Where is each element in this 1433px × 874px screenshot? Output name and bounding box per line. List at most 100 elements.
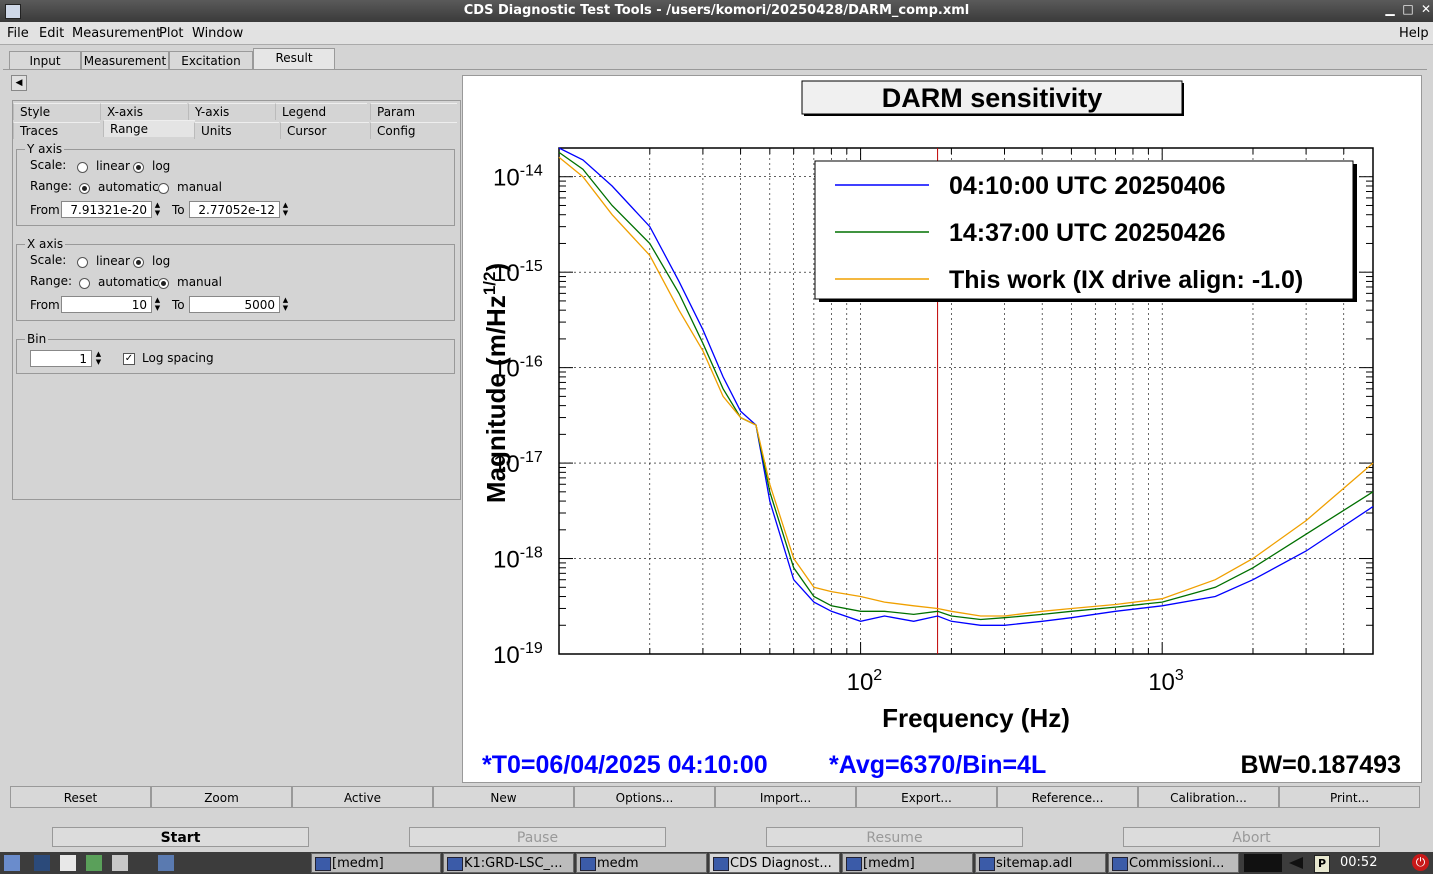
x-to-input[interactable]: 5000 (189, 296, 280, 313)
subtab-cursor[interactable]: Cursor (280, 122, 369, 139)
menu-window[interactable]: Window (192, 26, 243, 41)
close-icon[interactable]: ✕ (1419, 2, 1433, 18)
y-range-manual-radio[interactable] (158, 183, 169, 194)
launcher-icon[interactable] (4, 855, 20, 871)
clock: 00:52 (1340, 855, 1378, 870)
bin-input[interactable]: 1 (30, 350, 92, 367)
window-title: CDS Diagnostic Test Tools - /users/komor… (463, 3, 970, 18)
y-to-input[interactable]: 2.77052e-12 (189, 201, 280, 218)
menu-help[interactable]: Help (1399, 26, 1429, 41)
x-scale-linear-radio[interactable] (77, 257, 88, 268)
tab-measurement[interactable]: Measurement (81, 51, 169, 70)
subtab-units[interactable]: Units (194, 122, 279, 139)
pause-button[interactable]: Pause (409, 827, 666, 847)
subtab-legend[interactable]: Legend (275, 103, 367, 120)
taskbar-item[interactable]: Commissioni... (1108, 853, 1239, 873)
x-from-spinner-icon[interactable]: ▲ ▼ (152, 296, 163, 313)
taskbar-item[interactable]: [medm] (842, 853, 973, 873)
y-scale-log-label: log (152, 159, 171, 173)
x-axis-label: Frequency (Hz) (882, 703, 1070, 733)
power-icon[interactable]: ⏻ (1412, 854, 1429, 871)
avg-annotation: *Avg=6370/Bin=4L (829, 751, 1046, 779)
x-from-input[interactable]: 10 (61, 296, 152, 313)
tab-input[interactable]: Input (9, 51, 81, 70)
x-range-automatic-radio[interactable] (79, 278, 90, 289)
terminal-icon[interactable] (86, 855, 102, 871)
window-icon (979, 857, 995, 871)
maximize-icon[interactable]: □ (1401, 2, 1415, 18)
browser-icon[interactable] (60, 855, 76, 871)
subtab-range[interactable]: Range (103, 120, 195, 137)
menu-plot[interactable]: Plot (159, 26, 184, 41)
x-scale-linear-label: linear (96, 254, 130, 268)
darm-plot[interactable]: 102 10310-1410-1510-1610-1710-1810-19DARM… (463, 76, 1421, 782)
taskbar-item[interactable]: [medm] (311, 853, 441, 873)
menu-edit[interactable]: Edit (39, 26, 64, 41)
y-to-label: To (172, 203, 185, 217)
x-scale-log-radio[interactable] (133, 257, 144, 268)
collapse-arrow-icon[interactable]: ◀ (11, 75, 27, 91)
window-icon (315, 857, 331, 871)
x-range-manual-radio[interactable] (158, 278, 169, 289)
import-button[interactable]: Import... (715, 786, 856, 808)
y-tick-label: 10-15 (493, 258, 543, 287)
x-tick-label: 102 (847, 667, 883, 696)
taskbar-item[interactable]: medm (576, 853, 707, 873)
subtab-x-axis[interactable]: X-axis (100, 103, 187, 120)
y-axis-legend: Y axis (27, 142, 63, 156)
y-from-label: From (30, 203, 60, 217)
reset-button[interactable]: Reset (10, 786, 151, 808)
window-icon (580, 857, 596, 871)
new-button[interactable]: New (433, 786, 574, 808)
export-button[interactable]: Export... (856, 786, 997, 808)
y-from-input[interactable]: 7.91321e-20 (61, 201, 152, 218)
monitor-icon[interactable] (34, 855, 50, 871)
taskbar-item[interactable]: CDS Diagnost... (709, 853, 840, 873)
files-icon[interactable] (112, 855, 128, 871)
y-to-spinner-icon[interactable]: ▲ ▼ (280, 201, 291, 218)
zoom-button[interactable]: Zoom (151, 786, 292, 808)
taskbar-item[interactable]: K1:GRD-LSC_... (443, 853, 574, 873)
resume-button[interactable]: Resume (766, 827, 1023, 847)
options-button[interactable]: Options... (574, 786, 715, 808)
subtab-y-axis[interactable]: Y-axis (188, 103, 275, 120)
tab-excitation[interactable]: Excitation (169, 51, 253, 70)
bin-spinner-icon[interactable]: ▲ ▼ (93, 350, 104, 367)
minimize-icon[interactable]: ▁ (1383, 2, 1397, 18)
taskbar-item-label: Commissioni... (1129, 856, 1225, 871)
active-button[interactable]: Active (292, 786, 433, 808)
y-range-automatic-radio[interactable] (79, 183, 90, 194)
y-from-spinner-icon[interactable]: ▲ ▼ (152, 201, 163, 218)
window-title-bar[interactable]: CDS Diagnostic Test Tools - /users/komor… (0, 0, 1433, 22)
y-scale-linear-radio[interactable] (77, 162, 88, 173)
plugin-icon[interactable]: P (1314, 855, 1330, 873)
menu-file[interactable]: File (7, 26, 29, 41)
subtab-param[interactable]: Param (370, 103, 457, 120)
reference-button[interactable]: Reference... (997, 786, 1138, 808)
calibration-button[interactable]: Calibration... (1138, 786, 1279, 808)
volume-icon[interactable] (1289, 857, 1303, 869)
subtab-style[interactable]: Style (13, 103, 100, 120)
subtab-config[interactable]: Config (370, 122, 457, 139)
y-axis-label: Magnitude (m/Hz1/2) (480, 263, 511, 503)
menu-measurement[interactable]: Measurement (72, 26, 161, 41)
window-icon (846, 857, 862, 871)
log-spacing-checkbox[interactable]: ✓ (123, 353, 135, 365)
start-button[interactable]: Start (52, 827, 309, 847)
print-button[interactable]: Print... (1279, 786, 1420, 808)
tab-result[interactable]: Result (253, 48, 335, 70)
window-list-icon[interactable] (158, 855, 174, 871)
plot-panel[interactable]: 102 103 10-14 10-15 10-16 10-17 10-18 10-19 DARM… (462, 75, 1422, 783)
subtab-traces[interactable]: Traces (13, 122, 100, 139)
x-to-spinner-icon[interactable]: ▲ ▼ (280, 296, 291, 313)
x-scale-label: Scale: (30, 253, 67, 267)
taskbar-item-label: [medm] (863, 856, 915, 871)
legend-entry-1: 04:10:00 UTC 20250406 (949, 172, 1226, 200)
y-scale-log-radio[interactable] (133, 162, 144, 173)
window-icon (1112, 857, 1128, 871)
abort-button[interactable]: Abort (1123, 827, 1380, 847)
y-scale-linear-label: linear (96, 159, 130, 173)
taskbar-item[interactable]: sitemap.adl (975, 853, 1106, 873)
bw-annotation: BW=0.187493 (1240, 751, 1401, 779)
y-range-label: Range: (30, 179, 73, 193)
